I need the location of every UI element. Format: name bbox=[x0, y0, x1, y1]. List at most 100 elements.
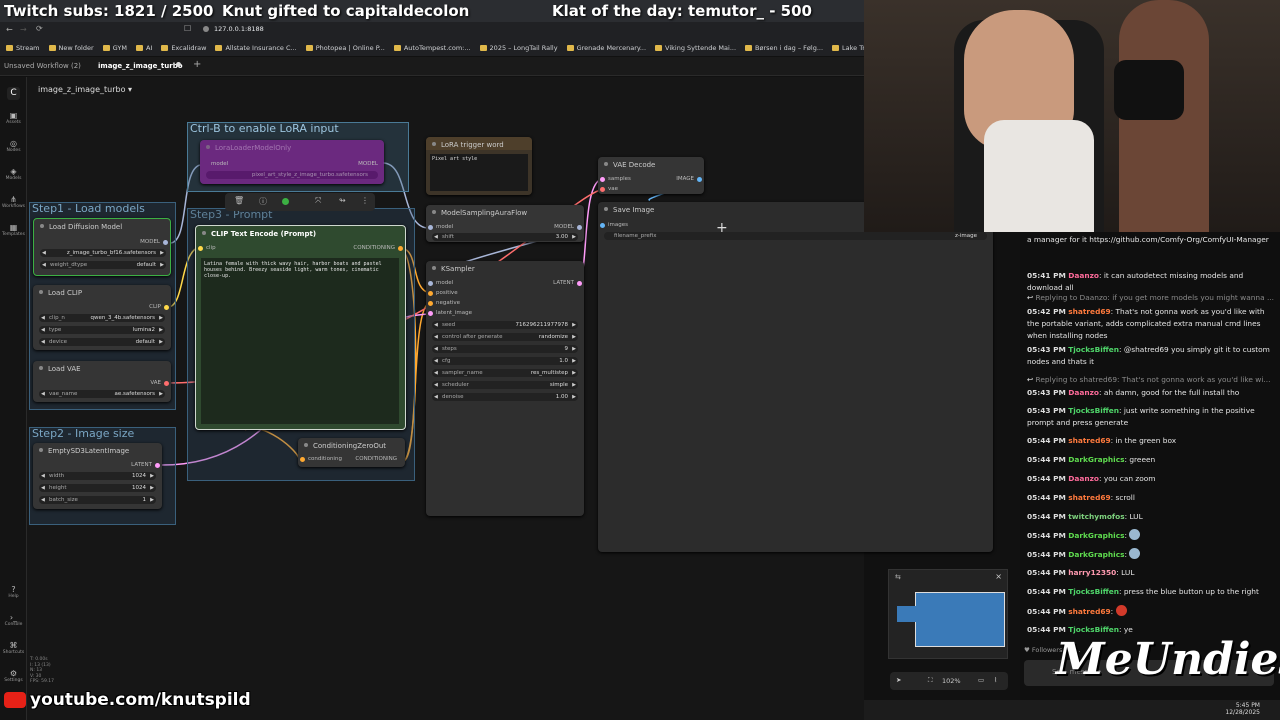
select-tool-icon[interactable]: ➤ bbox=[896, 676, 901, 684]
chat-message: 05:41 PM Daanzo: it can autodetect missi… bbox=[1027, 271, 1244, 292]
node-lora-loader[interactable]: LoraLoaderModelOnly model MODEL pixel_ar… bbox=[200, 140, 384, 184]
chat-message: 05:43 PM TjocksBiffen: just write someth… bbox=[1027, 406, 1255, 427]
denoise-widget[interactable]: ◀ denoise 1.00 ▶ bbox=[432, 393, 578, 401]
selection-toolbar: 🗑 ⓘ ⤧ ↬ ⋮ bbox=[225, 193, 375, 211]
chat-timestamp: 05:44 PM bbox=[1027, 568, 1066, 577]
os-taskbar: 5:45 PM 12/28/2025 bbox=[864, 700, 1280, 720]
clock: 5:45 PM 12/28/2025 bbox=[1225, 702, 1260, 716]
chat-username[interactable]: shatred69 bbox=[1068, 493, 1110, 502]
chat-timestamp: 05:44 PM bbox=[1027, 531, 1066, 540]
chat-timestamp: 05:43 PM bbox=[1027, 406, 1066, 415]
youtube-icon bbox=[4, 692, 26, 708]
chat-username[interactable]: TjocksBiffen bbox=[1068, 406, 1119, 415]
node-model-sampling[interactable]: ModelSamplingAuraFlow model MODEL ◀ shift… bbox=[426, 205, 584, 242]
color-picker-icon[interactable] bbox=[282, 198, 289, 205]
width-widget[interactable]: ◀ width 1024 ▶ bbox=[39, 472, 156, 480]
node-lora-trigger[interactable]: LoRA trigger word Pixel art style bbox=[426, 137, 532, 195]
fit-view-icon[interactable]: ⛶ bbox=[928, 676, 933, 685]
chat-emote-icon bbox=[1129, 548, 1141, 559]
chat-username[interactable]: DarkGraphics bbox=[1068, 531, 1124, 540]
chat-timestamp: 05:44 PM bbox=[1027, 512, 1066, 521]
bypass-icon[interactable]: ↬ bbox=[339, 196, 346, 205]
node-ksampler[interactable]: KSampler model positive negative latent_… bbox=[426, 261, 584, 516]
node-conditioning-zero-out[interactable]: ConditioningZeroOut conditioning CONDITI… bbox=[298, 438, 405, 467]
chat-reply-context: ↩ Replying to Daanzo: if you get more mo… bbox=[1027, 293, 1275, 302]
chat-timestamp: 05:44 PM bbox=[1027, 493, 1066, 502]
vae-name-widget[interactable]: ◀ vae_name ae.safetensors ▶ bbox=[39, 390, 165, 398]
unet-name-widget[interactable]: ◀ z_image_turbo_bf16.safetensors ▶ bbox=[40, 249, 166, 257]
chat-message: 05:42 PM shatred69: That's not gonna wor… bbox=[1027, 307, 1265, 340]
chat-message: 05:44 PM shatred69: bbox=[1027, 605, 1277, 618]
twitch-chat: a manager for it https://github.com/Comf… bbox=[1020, 232, 1280, 700]
height-widget[interactable]: ◀ height 1024 ▶ bbox=[39, 484, 156, 492]
node-load-diffusion[interactable]: Load Diffusion Model MODEL ◀ z_image_turb… bbox=[33, 218, 171, 276]
chat-message: 05:43 PM Daanzo: ah damn, good for the f… bbox=[1027, 388, 1240, 397]
chat-message: 05:44 PM DarkGraphics: bbox=[1027, 529, 1277, 542]
clip-name-widget[interactable]: ◀ clip_n qwen_3_4b.safetensors ▶ bbox=[39, 314, 165, 322]
chat-message: 05:44 PM TjocksBiffen: press the blue bu… bbox=[1027, 587, 1259, 596]
zoom-level[interactable]: 102% bbox=[942, 677, 961, 685]
link-visibility-icon[interactable]: ⌇ bbox=[994, 676, 997, 684]
minimap-settings-icon[interactable]: ⇆ bbox=[895, 573, 901, 581]
node-empty-latent[interactable]: EmptySD3LatentImage LATENT ◀ width 1024 ▶ ◀… bbox=[33, 443, 162, 509]
prompt-textarea[interactable]: Latina female with thick wavy hair, harb… bbox=[201, 258, 399, 424]
lora-name-widget[interactable]: pixel_art_style_z_image_turbo.safetensor… bbox=[206, 171, 378, 179]
node-clip-text-encode[interactable]: CLIP Text Encode (Prompt) clip CONDITION… bbox=[195, 225, 406, 430]
scheduler-widget[interactable]: ◀ scheduler simple ▶ bbox=[432, 381, 578, 389]
clip-type-widget[interactable]: ◀ type lumina2 ▶ bbox=[39, 326, 165, 334]
chat-username[interactable]: Daanzo bbox=[1068, 271, 1099, 280]
chat-message: 05:44 PM shatred69: in the green box bbox=[1027, 436, 1177, 445]
chat-username[interactable]: DarkGraphics bbox=[1068, 550, 1124, 559]
info-icon[interactable]: ⓘ bbox=[259, 196, 267, 207]
node-save-image[interactable]: Save Image images filename_prefix z-image bbox=[598, 202, 993, 552]
chat-timestamp: 05:44 PM bbox=[1027, 607, 1066, 616]
chat-timestamp: 05:44 PM bbox=[1027, 436, 1066, 445]
more-icon[interactable]: ⋮ bbox=[361, 196, 369, 205]
chat-timestamp: 05:44 PM bbox=[1027, 550, 1066, 559]
chat-username[interactable]: shatred69 bbox=[1068, 436, 1110, 445]
chat-message: 05:44 PM DarkGraphics: greeen bbox=[1027, 455, 1156, 464]
chat-message: 05:44 PM shatred69: scroll bbox=[1027, 493, 1135, 502]
chat-timestamp: 05:43 PM bbox=[1027, 345, 1066, 354]
chat-message: 05:43 PM TjocksBiffen: @shatred69 you si… bbox=[1027, 345, 1270, 366]
chat-message: 05:44 PM Daanzo: you can zoom bbox=[1027, 474, 1156, 483]
sampler-name-widget[interactable]: ◀ sampler_name res_multistep ▶ bbox=[432, 369, 578, 377]
minimap-close-icon[interactable]: × bbox=[995, 572, 1002, 581]
chat-timestamp: 05:44 PM bbox=[1027, 455, 1066, 464]
chat-username[interactable]: TjocksBiffen bbox=[1068, 587, 1119, 596]
chat-message: 05:44 PM DarkGraphics: bbox=[1027, 548, 1277, 561]
chat-timestamp: 05:42 PM bbox=[1027, 307, 1066, 316]
node-load-clip[interactable]: Load CLIP CLIP ◀ clip_n qwen_3_4b.safetens… bbox=[33, 285, 171, 350]
chat-username[interactable]: twitchymofos bbox=[1068, 512, 1124, 521]
canvas-controls: ➤ ⛶ 102% ▭ ⌇ bbox=[890, 672, 1008, 690]
weight-dtype-widget[interactable]: ◀ weight_dtype default ▶ bbox=[40, 261, 166, 269]
delete-icon[interactable]: 🗑 bbox=[234, 196, 244, 205]
chat-username[interactable]: shatred69 bbox=[1068, 607, 1110, 616]
filename-prefix-widget[interactable]: filename_prefix z-image bbox=[604, 232, 987, 240]
control-after-generate-widget[interactable]: ◀ control after generate randomize ▶ bbox=[432, 333, 578, 341]
chat-username[interactable]: Daanzo bbox=[1068, 388, 1099, 397]
cfg-widget[interactable]: ◀ cfg 1.0 ▶ bbox=[432, 357, 578, 365]
chat-emote-icon bbox=[1115, 605, 1127, 616]
minimap-toggle-icon[interactable]: ▭ bbox=[978, 676, 984, 684]
fit-icon[interactable]: ⤧ bbox=[315, 196, 321, 206]
chat-username[interactable]: TjocksBiffen bbox=[1068, 625, 1119, 634]
chat-username[interactable]: TjocksBiffen bbox=[1068, 345, 1119, 354]
trigger-text[interactable]: Pixel art style bbox=[430, 154, 528, 191]
clip-device-widget[interactable]: ◀ device default ▶ bbox=[39, 338, 165, 346]
shift-widget[interactable]: ◀ shift 3.00 ▶ bbox=[432, 233, 578, 241]
chat-username[interactable]: shatred69 bbox=[1068, 307, 1110, 316]
minimap[interactable]: ⇆ × bbox=[888, 569, 1008, 659]
node-load-vae[interactable]: Load VAE VAE ◀ vae_name ae.safetensors ▶ bbox=[33, 361, 171, 402]
chat-username[interactable]: harry12350 bbox=[1068, 568, 1116, 577]
node-vae-decode[interactable]: VAE Decode samples vae IMAGE bbox=[598, 157, 704, 194]
chat-username[interactable]: Daanzo bbox=[1068, 474, 1099, 483]
chat-emote-icon bbox=[1129, 529, 1141, 540]
chat-timestamp: 05:41 PM bbox=[1027, 271, 1066, 280]
steps-widget[interactable]: ◀ steps 9 ▶ bbox=[432, 345, 578, 353]
microphone bbox=[1114, 60, 1184, 120]
webcam-overlay bbox=[864, 0, 1280, 232]
chat-username[interactable]: DarkGraphics bbox=[1068, 455, 1124, 464]
seed-widget[interactable]: ◀ seed 716296211977978 ▶ bbox=[432, 321, 578, 329]
batch-size-widget[interactable]: ◀ batch_size 1 ▶ bbox=[39, 496, 156, 504]
